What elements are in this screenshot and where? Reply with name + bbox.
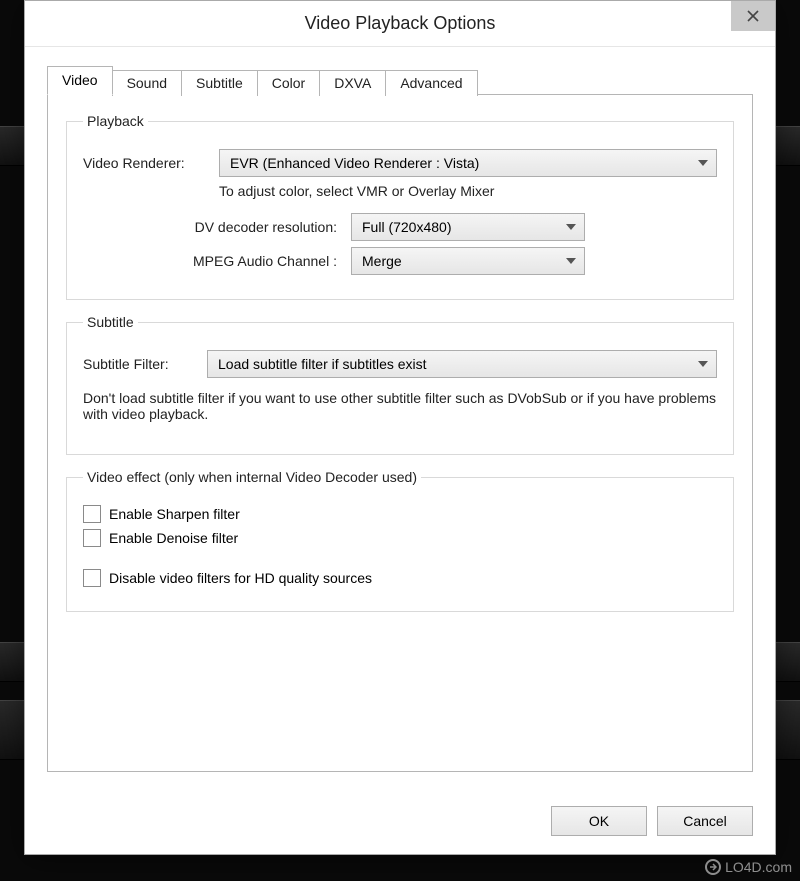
tabstrip: Video Sound Subtitle Color DXVA Advanced (47, 65, 753, 94)
tab-label: DXVA (334, 75, 371, 91)
checkbox-label: Disable video filters for HD quality sou… (109, 570, 372, 586)
mpeg-audio-select[interactable]: Merge (351, 247, 585, 275)
select-value: Full (720x480) (362, 219, 452, 235)
disable-hd-checkbox[interactable] (83, 569, 101, 587)
denoise-checkbox[interactable] (83, 529, 101, 547)
tab-video[interactable]: Video (47, 66, 113, 95)
titlebar: Video Playback Options (25, 1, 775, 47)
dv-decoder-select[interactable]: Full (720x480) (351, 213, 585, 241)
close-button[interactable] (731, 1, 775, 31)
dv-decoder-label: DV decoder resolution: (141, 219, 343, 235)
watermark-icon (705, 859, 721, 875)
tab-label: Subtitle (196, 75, 243, 91)
tab-dxva[interactable]: DXVA (319, 70, 386, 96)
tab-label: Sound (127, 75, 167, 91)
group-legend: Subtitle (83, 314, 138, 330)
tab-panel-video: Playback Video Renderer: EVR (Enhanced V… (47, 94, 753, 772)
tab-subtitle[interactable]: Subtitle (181, 70, 258, 96)
chevron-down-icon (698, 361, 708, 367)
watermark-text: LO4D.com (725, 859, 792, 875)
button-label: Cancel (683, 813, 727, 829)
mpeg-audio-label: MPEG Audio Channel : (141, 253, 343, 269)
select-value: Merge (362, 253, 402, 269)
ok-button[interactable]: OK (551, 806, 647, 836)
close-icon (747, 10, 759, 22)
tab-color[interactable]: Color (257, 70, 320, 96)
select-value: Load subtitle filter if subtitles exist (218, 356, 427, 372)
video-playback-options-dialog: Video Playback Options Video Sound Subti… (24, 0, 776, 855)
tab-label: Color (272, 75, 305, 91)
select-value: EVR (Enhanced Video Renderer : Vista) (230, 155, 479, 171)
chevron-down-icon (566, 224, 576, 230)
cancel-button[interactable]: Cancel (657, 806, 753, 836)
video-renderer-select[interactable]: EVR (Enhanced Video Renderer : Vista) (219, 149, 717, 177)
subtitle-note: Don't load subtitle filter if you want t… (83, 390, 717, 422)
button-label: OK (589, 813, 609, 829)
group-video-effect: Video effect (only when internal Video D… (66, 469, 734, 612)
video-renderer-label: Video Renderer: (83, 155, 211, 171)
checkbox-label: Enable Denoise filter (109, 530, 238, 546)
dialog-content: Video Sound Subtitle Color DXVA Advanced… (25, 47, 775, 792)
window-title: Video Playback Options (305, 13, 496, 34)
tab-advanced[interactable]: Advanced (385, 70, 477, 96)
group-legend: Video effect (only when internal Video D… (83, 469, 421, 485)
group-legend: Playback (83, 113, 148, 129)
tab-sound[interactable]: Sound (112, 70, 182, 96)
tab-label: Video (62, 72, 98, 88)
subtitle-filter-select[interactable]: Load subtitle filter if subtitles exist (207, 350, 717, 378)
dialog-button-bar: OK Cancel (25, 792, 775, 854)
chevron-down-icon (698, 160, 708, 166)
watermark: LO4D.com (705, 859, 792, 875)
sharpen-checkbox[interactable] (83, 505, 101, 523)
checkbox-row-sharpen[interactable]: Enable Sharpen filter (83, 505, 717, 523)
chevron-down-icon (566, 258, 576, 264)
tab-label: Advanced (400, 75, 462, 91)
checkbox-row-disable-hd[interactable]: Disable video filters for HD quality sou… (83, 569, 717, 587)
group-subtitle: Subtitle Subtitle Filter: Load subtitle … (66, 314, 734, 455)
group-playback: Playback Video Renderer: EVR (Enhanced V… (66, 113, 734, 300)
checkbox-label: Enable Sharpen filter (109, 506, 240, 522)
checkbox-row-denoise[interactable]: Enable Denoise filter (83, 529, 717, 547)
renderer-hint: To adjust color, select VMR or Overlay M… (83, 183, 717, 199)
subtitle-filter-label: Subtitle Filter: (83, 356, 199, 372)
